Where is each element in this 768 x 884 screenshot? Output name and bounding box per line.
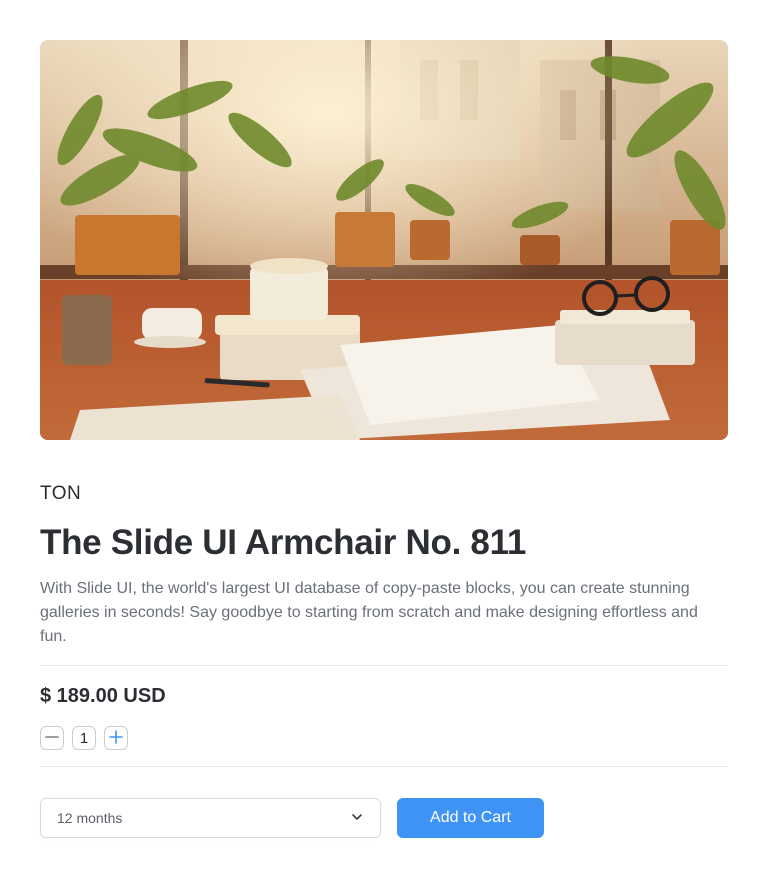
decrement-button[interactable]: [40, 726, 64, 750]
product-page: TON The Slide UI Armchair No. 811 With S…: [40, 40, 728, 838]
plan-select[interactable]: 12 months: [40, 798, 381, 838]
chevron-down-icon: [350, 810, 364, 827]
minus-icon: [45, 730, 59, 747]
product-image: [40, 40, 728, 440]
plan-select-value: 12 months: [57, 810, 123, 826]
divider: [40, 766, 728, 767]
brand-name: TON: [40, 483, 82, 504]
divider: [40, 665, 728, 666]
purchase-actions: 12 months Add to Cart: [40, 798, 728, 838]
product-photo: [40, 40, 728, 440]
product-description: With Slide UI, the world's largest UI da…: [40, 580, 698, 645]
increment-button[interactable]: [104, 726, 128, 750]
product-price: $ 189.00 USD: [40, 685, 166, 707]
product-title: The Slide UI Armchair No. 811: [40, 523, 527, 562]
quantity-input[interactable]: [72, 726, 96, 750]
add-to-cart-button[interactable]: Add to Cart: [397, 798, 544, 838]
plus-icon: [109, 729, 123, 747]
quantity-stepper: [40, 726, 728, 750]
